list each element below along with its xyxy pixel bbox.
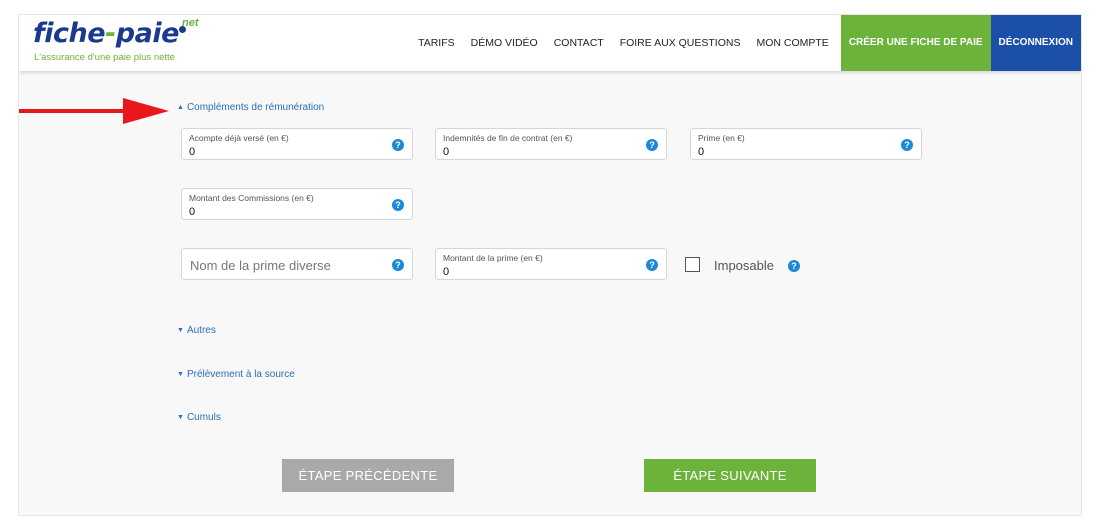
create-payslip-button[interactable]: CRÉER UNE FICHE DE PAIE	[840, 15, 991, 71]
montant-prime-value: 0	[443, 266, 450, 278]
acompte-value: 0	[189, 146, 196, 158]
section-complements-remuneration[interactable]: ▲ Compléments de rémunération	[177, 102, 324, 113]
section-cumuls[interactable]: ▼ Cumuls	[177, 412, 221, 423]
help-icon[interactable]: ?	[392, 199, 404, 211]
logo-word-b: paie	[115, 18, 180, 49]
commissions-value: 0	[189, 206, 196, 218]
section-prelevement[interactable]: ▼ Prélèvement à la source	[177, 369, 295, 380]
imposable-checkbox[interactable]	[685, 257, 700, 272]
nav-mon-compte[interactable]: MON COMPTE	[748, 15, 836, 71]
section-autres[interactable]: ▼ Autres	[177, 325, 216, 336]
indemnites-label: Indemnités de fin de contrat (en €)	[443, 133, 573, 143]
montant-prime-field[interactable]: Montant de la prime (en €) 0 ?	[435, 248, 667, 280]
logo-wordmark: fiche-paie	[33, 19, 179, 49]
logout-button[interactable]: DÉCONNEXION	[990, 15, 1081, 71]
caret-down-icon: ▼	[177, 371, 184, 378]
indemnites-field[interactable]: Indemnités de fin de contrat (en €) 0 ?	[435, 128, 667, 160]
logo-dash: -	[105, 18, 116, 49]
nav-demo-video[interactable]: DÉMO VIDÉO	[463, 15, 546, 71]
help-icon[interactable]: ?	[392, 139, 404, 151]
annotation-arrow	[19, 98, 169, 124]
section-autres-label: Autres	[186, 325, 216, 336]
caret-up-icon: ▲	[177, 104, 184, 111]
acompte-field[interactable]: Acompte déjà versé (en €) 0 ?	[181, 128, 413, 160]
prime-label: Prime (en €)	[698, 133, 745, 143]
prime-diverse-name-input[interactable]: Nom de la prime diverse ?	[181, 248, 413, 280]
caret-down-icon: ▼	[177, 414, 184, 421]
prime-value: 0	[698, 146, 705, 158]
next-step-button[interactable]: ÉTAPE SUIVANTE	[644, 459, 816, 492]
section-prelevement-label: Prélèvement à la source	[186, 369, 295, 380]
prime-field[interactable]: Prime (en €) 0 ?	[690, 128, 922, 160]
help-icon[interactable]: ?	[646, 259, 658, 271]
nav-tarifs[interactable]: TARIFS	[410, 15, 463, 71]
imposable-label: Imposable	[714, 258, 774, 273]
commissions-field[interactable]: Montant des Commissions (en €) 0 ?	[181, 188, 413, 220]
help-icon[interactable]: ?	[788, 260, 800, 272]
acompte-label: Acompte déjà versé (en €)	[189, 133, 289, 143]
app-frame: fiche-paie net L'assurance d'une paie pl…	[19, 15, 1081, 515]
logo-net: net	[182, 17, 199, 29]
fiche-paie-logo[interactable]: fiche-paie net L'assurance d'une paie pl…	[33, 17, 213, 67]
montant-prime-label: Montant de la prime (en €)	[443, 253, 543, 263]
logo-tagline: L'assurance d'une paie plus nette	[34, 52, 175, 63]
commissions-label: Montant des Commissions (en €)	[189, 193, 314, 203]
help-icon[interactable]: ?	[646, 139, 658, 151]
indemnites-value: 0	[443, 146, 450, 158]
section-complements-label: Compléments de rémunération	[186, 102, 325, 113]
prime-diverse-placeholder: Nom de la prime diverse	[190, 258, 331, 273]
caret-down-icon: ▼	[177, 327, 184, 334]
nav-faq[interactable]: FOIRE AUX QUESTIONS	[612, 15, 749, 71]
help-icon[interactable]: ?	[901, 139, 913, 151]
previous-step-button[interactable]: ÉTAPE PRÉCÉDENTE	[282, 459, 454, 492]
nav-contact[interactable]: CONTACT	[546, 15, 612, 71]
main-nav: TARIFS DÉMO VIDÉO CONTACT FOIRE AUX QUES…	[410, 15, 1081, 71]
site-header: fiche-paie net L'assurance d'une paie pl…	[19, 15, 1081, 71]
section-cumuls-label: Cumuls	[186, 412, 221, 423]
help-icon[interactable]: ?	[392, 259, 404, 271]
logo-word-a: fiche	[33, 18, 106, 49]
